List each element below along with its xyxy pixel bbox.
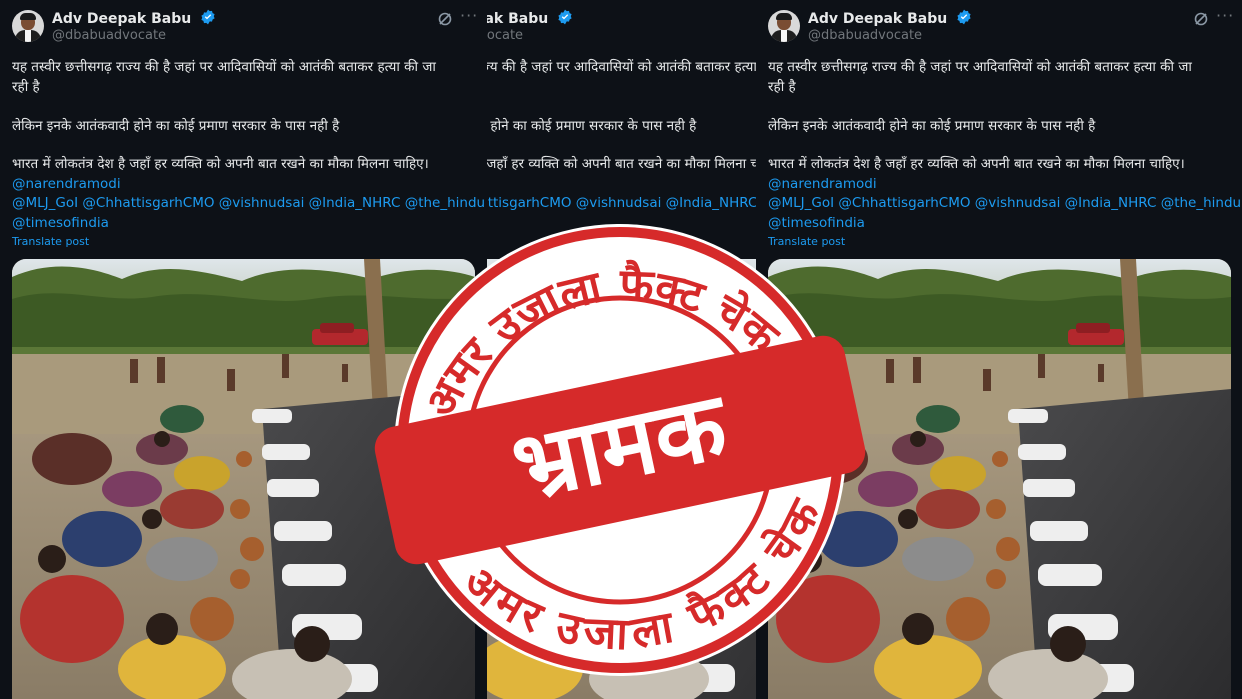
tweet-text-line: भारत में लोकतंत्र देश है जहाँ हर व्यक्ति…	[768, 156, 1185, 172]
tweet-photo[interactable]	[12, 259, 475, 699]
tweet-text-line: यह तस्वीर छत्तीसगढ़ राज्य की है जहां पर …	[487, 59, 756, 75]
tweet-text-line: लेकिन इनके आतंकवादी होने का कोई प्रमाण स…	[12, 118, 340, 134]
translate-post-link[interactable]: Translate post	[12, 235, 89, 248]
more-options-icon[interactable]: ···	[460, 6, 478, 25]
author-name[interactable]: Adv Deepak Babu	[808, 9, 972, 27]
tweet-text-line: यह तस्वीर छत्तीसगढ़ राज्य की है जहां पर …	[12, 59, 436, 75]
tweet-photo[interactable]	[487, 259, 756, 699]
grok-icon[interactable]	[1194, 12, 1208, 26]
mention-link[interactable]: @timesofindia	[12, 215, 109, 231]
mention-link[interactable]: @narendramodi	[12, 176, 121, 192]
mention-link[interactable]: @narendramodi	[768, 176, 877, 192]
tweet-text-line: रही है	[768, 79, 796, 95]
tweet-text-line: भारत में लोकतंत्र देश है जहाँ हर व्यक्ति…	[487, 156, 756, 172]
tweet-photo[interactable]	[768, 259, 1231, 699]
tweet-text-line: लेकिन इनके आतंकवादी होने का कोई प्रमाण स…	[487, 118, 697, 134]
author-name[interactable]: Adv Deepak Babu	[487, 9, 573, 27]
grok-icon[interactable]	[438, 12, 452, 26]
author-handle[interactable]: @dbabuadvocate	[808, 28, 922, 43]
mention-link[interactable]: @timesofindia	[768, 215, 865, 231]
tweet-text-line: रही है	[12, 79, 40, 95]
translate-post-link[interactable]: Translate post	[768, 235, 845, 248]
verified-badge-icon	[558, 9, 572, 25]
avatar[interactable]	[12, 10, 44, 42]
tweet-panel-middle: Adv Deepak Babu @dbabuadvocate यह तस्वीर…	[487, 0, 756, 699]
tweet-text-line: लेकिन इनके आतंकवादी होने का कोई प्रमाण स…	[768, 118, 1096, 134]
verified-badge-icon	[957, 9, 971, 25]
avatar[interactable]	[768, 10, 800, 42]
mention-link[interactable]: @MLJ_GoI @ChhattisgarhCMO @vishnudsai @I…	[487, 195, 756, 211]
author-name[interactable]: Adv Deepak Babu	[52, 9, 216, 27]
tweet-text-line: यह तस्वीर छत्तीसगढ़ राज्य की है जहां पर …	[768, 59, 1192, 75]
author-handle[interactable]: @dbabuadvocate	[487, 28, 523, 43]
tweet-panel-right: Adv Deepak Babu @dbabuadvocate ··· यह तस…	[756, 0, 1242, 699]
verified-badge-icon	[201, 9, 215, 25]
mention-link[interactable]: @MLJ_GoI @ChhattisgarhCMO @vishnudsai @I…	[12, 195, 485, 211]
author-handle[interactable]: @dbabuadvocate	[52, 28, 166, 43]
tweet-text-line: भारत में लोकतंत्र देश है जहाँ हर व्यक्ति…	[12, 156, 429, 172]
tweet-panel-left: Adv Deepak Babu @dbabuadvocate ··· यह तस…	[0, 0, 487, 699]
mention-link[interactable]: @MLJ_GoI @ChhattisgarhCMO @vishnudsai @I…	[768, 195, 1241, 211]
more-options-icon[interactable]: ···	[1216, 6, 1234, 25]
